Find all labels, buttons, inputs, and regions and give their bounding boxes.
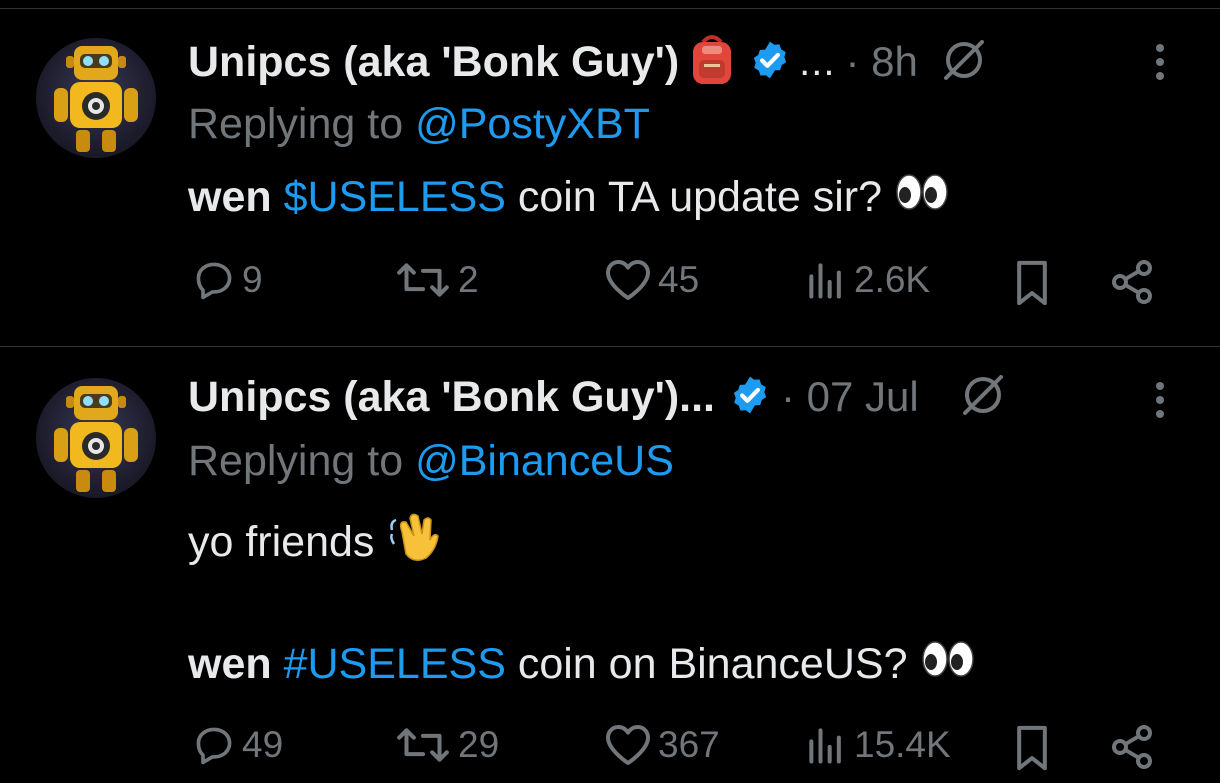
like-icon <box>606 260 650 300</box>
text-rest: coin on BinanceUS? <box>517 640 908 688</box>
repost-button[interactable]: 2 <box>394 258 479 302</box>
tweet-header: Unipcs (aka 'Bonk Guy')... · 07 Jul <box>188 369 1007 425</box>
hashtag-link[interactable]: #USELESS <box>284 640 506 689</box>
repost-count: 2 <box>458 259 479 300</box>
reply-icon <box>196 262 232 300</box>
robot-avatar-icon[interactable] <box>36 38 156 158</box>
robot-avatar-icon[interactable] <box>36 378 156 498</box>
share-button[interactable] <box>1108 258 1156 306</box>
tweet-actions: 9 2 45 2.6K <box>0 258 1220 318</box>
reply-button[interactable]: 9 <box>192 258 263 302</box>
more-options-icon[interactable] <box>1150 42 1170 87</box>
share-icon <box>1112 725 1152 769</box>
repost-button[interactable]: 29 <box>394 723 499 767</box>
like-count: 45 <box>658 259 700 300</box>
tweet-actions: 49 29 367 15.4K <box>0 723 1220 783</box>
grok-icon[interactable] <box>940 36 988 89</box>
reply-count: 9 <box>242 259 263 300</box>
display-name[interactable]: Unipcs (aka 'Bonk Guy')... <box>188 373 715 422</box>
name-overflow: ... <box>799 39 836 84</box>
views-count: 2.6K <box>854 259 931 300</box>
like-button[interactable]: 45 <box>604 258 699 302</box>
repost-icon <box>397 728 449 762</box>
bookmark-icon <box>1017 725 1047 771</box>
repost-count: 29 <box>458 724 500 765</box>
reply-count: 49 <box>242 724 284 765</box>
tweet[interactable]: Unipcs (aka 'Bonk Guy') ... · 8h Replyin… <box>0 0 1220 346</box>
tweet-header: Unipcs (aka 'Bonk Guy') ... · 8h <box>188 34 988 90</box>
like-button[interactable]: 367 <box>604 723 720 767</box>
replying-prefix: Replying to <box>188 437 404 485</box>
waving-hand-emoji-icon <box>388 510 442 575</box>
like-count: 367 <box>658 724 720 765</box>
text-line-1: yo friends <box>188 518 375 566</box>
share-button[interactable] <box>1108 723 1156 771</box>
backpack-emoji-icon <box>689 34 735 91</box>
like-icon <box>606 725 650 765</box>
reply-handle-link[interactable]: @PostyXBT <box>415 100 650 148</box>
eyes-emoji-icon <box>894 172 950 223</box>
timestamp[interactable]: · 07 Jul <box>781 373 919 421</box>
replying-to: Replying to @PostyXBT <box>188 100 650 149</box>
views-button[interactable]: 2.6K <box>804 258 930 302</box>
text-prefix: wen <box>188 173 272 221</box>
views-button[interactable]: 15.4K <box>804 723 951 767</box>
tweet-text-line-1: yo friends <box>188 510 442 575</box>
eyes-emoji-icon <box>920 639 976 690</box>
views-icon <box>809 263 841 299</box>
bookmark-icon <box>1017 260 1047 306</box>
text-prefix: wen <box>188 640 272 688</box>
views-count: 15.4K <box>854 724 951 765</box>
grok-icon[interactable] <box>959 371 1007 424</box>
bookmark-button[interactable] <box>1010 723 1054 773</box>
more-options-icon[interactable] <box>1150 380 1170 425</box>
timestamp[interactable]: · 8h <box>846 38 918 86</box>
reply-handle-link[interactable]: @BinanceUS <box>415 437 674 485</box>
tweet-text: wen $USELESS coin TA update sir? <box>188 172 950 223</box>
replying-prefix: Replying to <box>188 100 404 148</box>
reply-button[interactable]: 49 <box>192 723 283 767</box>
replying-to: Replying to @BinanceUS <box>188 437 674 486</box>
text-rest: coin TA update sir? <box>517 173 882 221</box>
share-icon <box>1112 260 1152 304</box>
tweet-text-line-2: wen #USELESS coin on BinanceUS? <box>188 639 976 690</box>
display-name[interactable]: Unipcs (aka 'Bonk Guy') <box>188 38 679 87</box>
verified-badge-icon <box>749 39 791 86</box>
views-icon <box>809 728 841 764</box>
bookmark-button[interactable] <box>1010 258 1054 308</box>
verified-badge-icon <box>729 374 771 421</box>
repost-icon <box>397 263 449 297</box>
reply-icon <box>196 727 232 765</box>
cashtag-link[interactable]: $USELESS <box>284 173 506 222</box>
tweet[interactable]: Unipcs (aka 'Bonk Guy')... · 07 Jul Repl… <box>0 347 1220 778</box>
